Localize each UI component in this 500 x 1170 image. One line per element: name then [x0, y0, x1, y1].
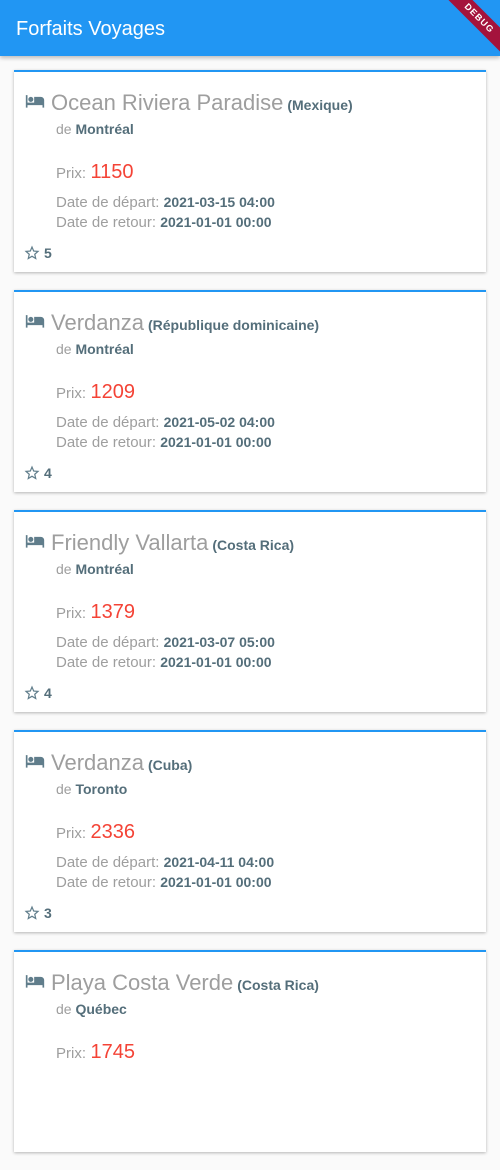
return-label: Date de retour: [56, 874, 157, 891]
return-date-line: Date de retour: 2021-01-01 00:00 [56, 214, 272, 231]
departure-city: de Toronto [56, 781, 127, 797]
departure-date: 2021-05-02 04:00 [163, 414, 275, 430]
from-label: de [56, 1001, 72, 1017]
price: 2336 [90, 821, 135, 843]
star-outline-icon [23, 244, 41, 262]
city: Montréal [75, 341, 134, 357]
departure-date-line: Date de départ: 2021-04-11 04:00 [56, 854, 274, 871]
price: 1150 [90, 161, 134, 183]
app-title: Forfaits Voyages [16, 18, 165, 40]
price-label: Prix: [56, 605, 86, 622]
return-date: 2021-01-01 00:00 [160, 874, 272, 890]
hotel-icon [25, 973, 45, 989]
departure-label: Date de départ: [56, 854, 160, 871]
title-line: Ocean Riviera Paradise (Mexique) [51, 90, 353, 116]
title-line: Verdanza (République dominicaine) [51, 310, 319, 336]
departure-date-line: Date de départ: 2021-03-07 05:00 [56, 634, 275, 651]
hotel-icon [25, 313, 45, 329]
package-card[interactable]: Ocean Riviera Paradise (Mexique) de Montr… [14, 70, 486, 272]
price-line: Prix: 1379 [56, 601, 135, 624]
app-bar: Forfaits Voyages DEBUG [0, 0, 500, 56]
from-label: de [56, 781, 72, 797]
from-label: de [56, 561, 72, 577]
from-label: de [56, 341, 72, 357]
departure-date: 2021-03-07 05:00 [163, 634, 275, 650]
departure-city: de Montréal [56, 341, 134, 357]
hotel-name: Verdanza [51, 750, 144, 775]
departure-date: 2021-03-15 04:00 [163, 194, 275, 210]
package-card[interactable]: Verdanza (République dominicaine) de Mont… [14, 290, 486, 492]
price: 1209 [90, 381, 135, 403]
rating: 4 [23, 684, 52, 704]
price-line: Prix: 1209 [56, 381, 135, 404]
package-card[interactable]: Verdanza (Cuba) de Toronto Prix: 2336 Dat… [14, 730, 486, 932]
city: Montréal [75, 121, 134, 137]
hotel-icon [25, 753, 45, 769]
title-line: Friendly Vallarta (Costa Rica) [51, 530, 294, 556]
star-outline-icon [23, 904, 41, 922]
price-label: Prix: [56, 385, 86, 402]
return-date-line: Date de retour: 2021-01-01 00:00 [56, 434, 272, 451]
rating-value: 4 [44, 465, 52, 481]
rating-value: 4 [44, 685, 52, 701]
return-label: Date de retour: [56, 214, 157, 231]
star-outline-icon [23, 684, 41, 702]
return-date: 2021-01-01 00:00 [160, 654, 272, 670]
departure-date-line: Date de départ: 2021-03-15 04:00 [56, 194, 275, 211]
country: (Costa Rica) [237, 977, 319, 993]
hotel-icon [25, 533, 45, 549]
city: Québec [75, 1001, 127, 1017]
country: (Mexique) [287, 97, 353, 113]
debug-banner: DEBUG [434, 0, 500, 56]
package-card[interactable]: Friendly Vallarta (Costa Rica) de Montréa… [14, 510, 486, 712]
city: Montréal [75, 561, 134, 577]
departure-label: Date de départ: [56, 194, 160, 211]
country: (Cuba) [147, 757, 193, 773]
price-label: Prix: [56, 1045, 86, 1062]
return-date-line: Date de retour: 2021-01-01 00:00 [56, 654, 272, 671]
hotel-name: Ocean Riviera Paradise [51, 90, 284, 115]
return-date: 2021-01-01 00:00 [160, 434, 272, 450]
departure-label: Date de départ: [56, 414, 160, 431]
from-label: de [56, 121, 72, 137]
departure-city: de Québec [56, 1001, 127, 1017]
price: 1745 [90, 1041, 135, 1063]
price-label: Prix: [56, 165, 86, 182]
hotel-icon [25, 93, 45, 109]
title-line: Playa Costa Verde (Costa Rica) [51, 970, 319, 996]
price-label: Prix: [56, 825, 86, 842]
country: (Costa Rica) [212, 537, 295, 553]
return-date: 2021-01-01 00:00 [160, 214, 272, 230]
price-line: Prix: 2336 [56, 821, 135, 844]
return-date-line: Date de retour: 2021-01-01 00:00 [56, 874, 272, 891]
departure-date: 2021-04-11 04:00 [163, 854, 275, 870]
price-line: Prix: 1150 [56, 161, 133, 184]
hotel-name: Verdanza [51, 310, 144, 335]
city: Toronto [75, 781, 128, 797]
hotel-name: Friendly Vallarta [51, 530, 209, 555]
rating: 3 [23, 904, 52, 924]
star-outline-icon [23, 464, 41, 482]
country: (République dominicaine) [147, 317, 320, 333]
return-label: Date de retour: [56, 434, 157, 451]
title-line: Verdanza (Cuba) [51, 750, 192, 776]
departure-city: de Montréal [56, 561, 134, 577]
rating-value: 3 [44, 905, 52, 921]
rating: 4 [23, 464, 52, 484]
price: 1379 [90, 601, 135, 623]
departure-city: de Montréal [56, 121, 134, 137]
price-line: Prix: 1745 [56, 1041, 135, 1064]
hotel-name: Playa Costa Verde [51, 970, 234, 995]
rating-value: 5 [44, 245, 52, 261]
return-label: Date de retour: [56, 654, 157, 671]
departure-date-line: Date de départ: 2021-05-02 04:00 [56, 414, 275, 431]
package-list[interactable]: Ocean Riviera Paradise (Mexique) de Montr… [14, 70, 486, 1170]
rating: 5 [23, 244, 52, 264]
package-card[interactable]: Playa Costa Verde (Costa Rica) de Québec … [14, 950, 486, 1152]
departure-label: Date de départ: [56, 634, 160, 651]
